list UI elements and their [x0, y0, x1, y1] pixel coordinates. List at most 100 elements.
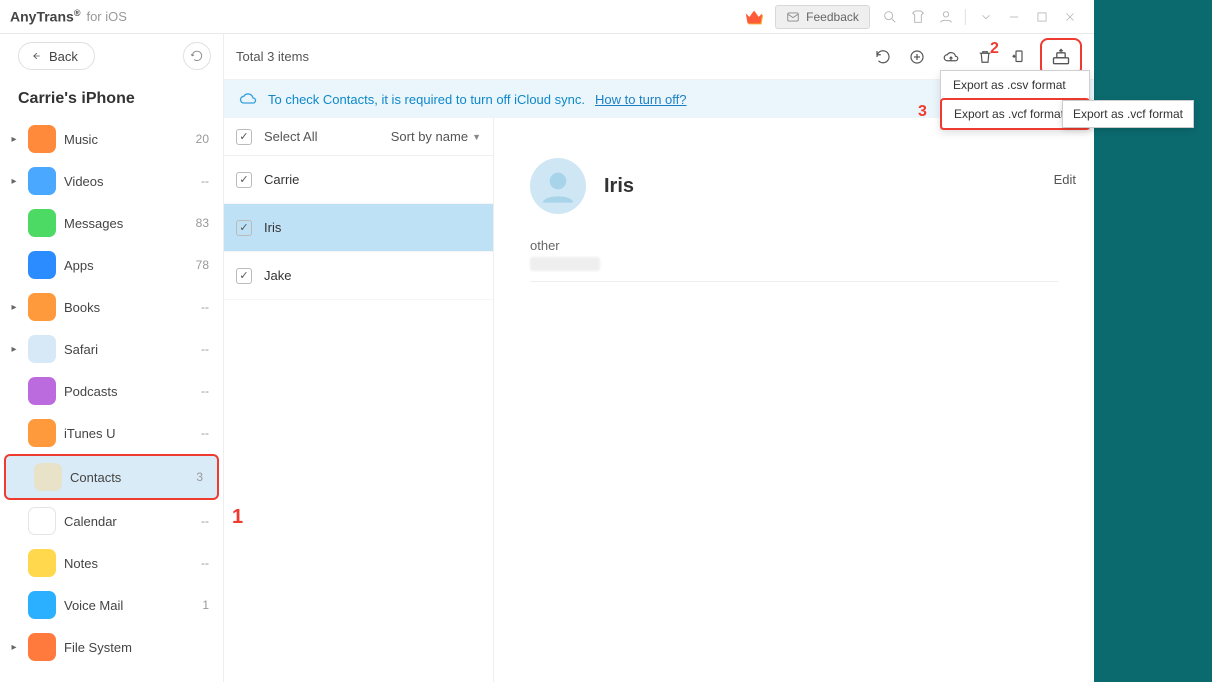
contact-row[interactable]: Iris	[224, 204, 493, 252]
sidebar-item-messages[interactable]: Messages 83	[0, 202, 223, 244]
sidebar-item-count: --	[201, 426, 209, 440]
device-name: Carrie's iPhone	[0, 76, 223, 118]
sidebar-item-itunes-u[interactable]: iTunes U --	[0, 412, 223, 454]
to-cloud-button[interactable]	[934, 40, 968, 74]
app-window: AnyTrans® for iOS Feedback │ Back	[0, 0, 1094, 682]
chevron-down-icon[interactable]	[972, 3, 1000, 31]
expand-icon: ▸	[8, 134, 20, 145]
sidebar-item-notes[interactable]: Notes --	[0, 542, 223, 584]
sidebar-item-label: Calendar	[64, 514, 117, 529]
itunes u-icon	[28, 419, 56, 447]
file system-icon	[28, 633, 56, 661]
sidebar-item-count: --	[201, 174, 209, 188]
sidebar-item-label: Apps	[64, 258, 94, 273]
sidebar-item-label: Podcasts	[64, 384, 117, 399]
sidebar-item-calendar[interactable]: Calendar --	[0, 500, 223, 542]
sidebar-refresh-button[interactable]	[183, 42, 211, 70]
back-button[interactable]: Back	[18, 42, 95, 70]
contact-checkbox[interactable]	[236, 220, 252, 236]
sidebar-item-videos[interactable]: ▸ Videos --	[0, 160, 223, 202]
sidebar: Back Carrie's iPhone ▸ Music 20▸ Videos …	[0, 34, 224, 682]
contacts-icon	[34, 463, 62, 491]
sidebar-item-label: Books	[64, 300, 100, 315]
delete-button[interactable]	[968, 40, 1002, 74]
tshirt-icon[interactable]	[904, 3, 932, 31]
messages-icon	[28, 209, 56, 237]
feedback-button[interactable]: Feedback	[775, 5, 870, 29]
banner-text: To check Contacts, it is required to tur…	[268, 92, 585, 107]
select-all-label: Select All	[264, 129, 317, 144]
sidebar-item-label: Music	[64, 132, 98, 147]
list-header: Select All Sort by name ▼	[224, 118, 493, 156]
apps-icon	[28, 251, 56, 279]
notes-icon	[28, 549, 56, 577]
contact-row-name: Carrie	[264, 172, 299, 187]
videos-icon	[28, 167, 56, 195]
brand-sup: ®	[74, 8, 81, 18]
crown-icon[interactable]	[743, 6, 765, 28]
contact-detail: Edit Iris other	[494, 118, 1094, 682]
safari-icon	[28, 335, 56, 363]
sidebar-item-count: --	[201, 514, 209, 528]
content-toolbar: Total 3 items 2 Export as .csv format Ex…	[224, 34, 1094, 80]
contact-checkbox[interactable]	[236, 268, 252, 284]
maximize-icon[interactable]	[1028, 3, 1056, 31]
contact-row[interactable]: Jake	[224, 252, 493, 300]
cloud-icon	[238, 88, 258, 111]
sidebar-item-count: 83	[196, 216, 209, 230]
sort-dropdown[interactable]: Sort by name ▼	[391, 129, 481, 144]
sidebar-item-apps[interactable]: Apps 78	[0, 244, 223, 286]
sidebar-item-count: --	[201, 556, 209, 570]
refresh-button[interactable]	[866, 40, 900, 74]
sidebar-item-contacts[interactable]: Contacts 3	[4, 454, 219, 500]
tooltip: Export as .vcf format	[1062, 100, 1194, 128]
add-button[interactable]	[900, 40, 934, 74]
minimize-icon[interactable]	[1000, 3, 1028, 31]
calendar-icon	[28, 507, 56, 535]
contact-row[interactable]: Carrie	[224, 156, 493, 204]
to-device-button[interactable]: 2	[1002, 40, 1036, 74]
sidebar-item-count: 1	[202, 598, 209, 612]
sidebar-item-books[interactable]: ▸ Books --	[0, 286, 223, 328]
contact-checkbox[interactable]	[236, 172, 252, 188]
expand-icon: ▸	[8, 344, 20, 355]
account-icon[interactable]	[932, 3, 960, 31]
sidebar-item-label: Voice Mail	[64, 598, 123, 613]
podcasts-icon	[28, 377, 56, 405]
content-pane: Total 3 items 2 Export as .csv format Ex…	[224, 34, 1094, 682]
sidebar-item-safari[interactable]: ▸ Safari --	[0, 328, 223, 370]
sidebar-item-count: --	[201, 342, 209, 356]
sidebar-item-music[interactable]: ▸ Music 20	[0, 118, 223, 160]
brand-subtitle: for iOS	[86, 9, 126, 24]
field-value-blurred	[530, 257, 600, 271]
edit-button[interactable]: Edit	[1054, 172, 1076, 187]
search-icon[interactable]	[876, 3, 904, 31]
export-csv-item[interactable]: Export as .csv format	[941, 71, 1089, 99]
expand-icon: ▸	[8, 176, 20, 187]
sidebar-item-voice-mail[interactable]: Voice Mail 1	[0, 584, 223, 626]
sidebar-item-label: File System	[64, 640, 132, 655]
expand-icon: ▸	[8, 302, 20, 313]
sidebar-item-label: Messages	[64, 216, 123, 231]
select-all-checkbox[interactable]	[236, 129, 252, 145]
brand-text: AnyTrans	[10, 9, 74, 25]
sidebar-item-count: 78	[196, 258, 209, 272]
sidebar-item-count: --	[201, 300, 209, 314]
books-icon	[28, 293, 56, 321]
sidebar-item-podcasts[interactable]: Podcasts --	[0, 370, 223, 412]
contact-row-name: Jake	[264, 268, 291, 283]
field-label: other	[530, 238, 1058, 253]
back-label: Back	[49, 49, 78, 64]
total-count: Total 3 items	[236, 49, 309, 64]
music-icon	[28, 125, 56, 153]
sidebar-item-count: 20	[196, 132, 209, 146]
banner-link[interactable]: How to turn off?	[595, 92, 687, 107]
sidebar-item-count: 3	[196, 470, 203, 484]
sort-label: Sort by name	[391, 129, 468, 144]
avatar	[530, 158, 586, 214]
close-icon[interactable]	[1056, 3, 1084, 31]
sidebar-item-label: Videos	[64, 174, 104, 189]
sidebar-item-file-system[interactable]: ▸ File System	[0, 626, 223, 668]
voice mail-icon	[28, 591, 56, 619]
contact-row-name: Iris	[264, 220, 281, 235]
